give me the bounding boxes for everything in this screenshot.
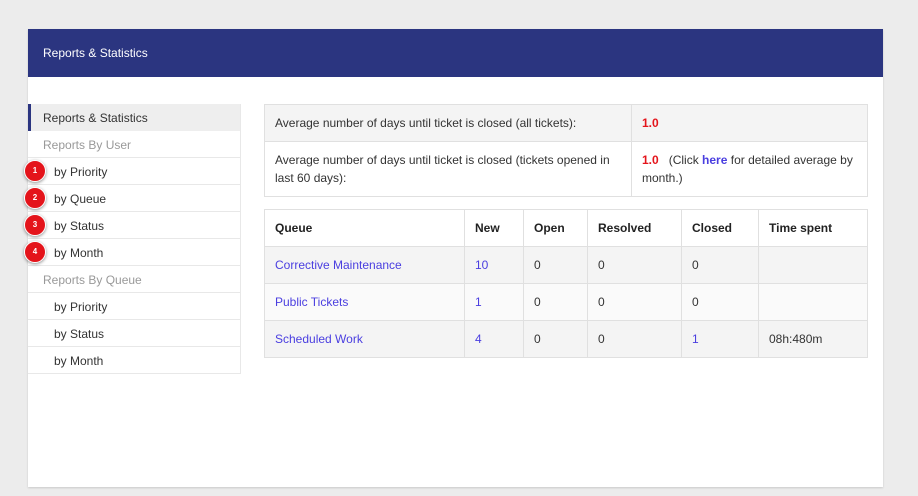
table-row: Corrective Maintenance 10 0 0 0 xyxy=(264,246,868,284)
new-count-link[interactable]: 1 xyxy=(475,295,482,309)
avg-all-cell: 1.0 xyxy=(631,104,868,142)
queue-link[interactable]: Corrective Maintenance xyxy=(275,258,402,272)
table-row: Public Tickets 1 0 0 0 xyxy=(264,283,868,321)
sidebar-section-reports-by-user: Reports By User xyxy=(28,131,241,158)
closed-cell: 0 xyxy=(681,283,759,321)
open-cell: 0 xyxy=(523,283,588,321)
sidebar-item-user-by-priority[interactable]: 1 by Priority xyxy=(24,158,241,185)
avg-60-cell: 1.0 (Click here for detailed average by … xyxy=(631,141,868,197)
resolved-cell: 0 xyxy=(587,246,682,284)
sidebar: Reports & Statistics Reports By User 1 b… xyxy=(24,104,241,374)
new-count-link[interactable]: 10 xyxy=(475,258,488,272)
sidebar-item-queue-by-priority[interactable]: by Priority xyxy=(28,293,241,320)
step-marker-4: 4 xyxy=(24,241,46,263)
closed-cell: 0 xyxy=(681,246,759,284)
avg-60-label: Average number of days until ticket is c… xyxy=(264,141,632,197)
time-spent-cell: 08h:480m xyxy=(758,320,868,358)
column-header-open: Open xyxy=(523,209,588,247)
sidebar-item-user-by-status[interactable]: 3 by Status xyxy=(24,212,241,239)
time-spent-cell xyxy=(758,283,868,321)
column-header-resolved: Resolved xyxy=(587,209,682,247)
avg-60-value: 1.0 xyxy=(642,153,659,167)
time-spent-cell xyxy=(758,246,868,284)
sidebar-item-label: by Month xyxy=(54,354,104,368)
closed-cell: 1 xyxy=(681,320,759,358)
new-cell: 10 xyxy=(464,246,524,284)
sidebar-item-label: by Priority xyxy=(54,300,108,314)
sidebar-section-reports-by-queue: Reports By Queue xyxy=(28,266,241,293)
table-row: Average number of days until ticket is c… xyxy=(264,104,868,142)
column-header-time-spent: Time spent xyxy=(758,209,868,247)
sidebar-item-label: by Status xyxy=(54,327,105,341)
avg-all-label: Average number of days until ticket is c… xyxy=(264,104,632,142)
queue-cell: Scheduled Work xyxy=(264,320,465,358)
sidebar-item-label: by Status xyxy=(54,219,105,233)
panel-title: Reports & Statistics xyxy=(43,46,148,60)
new-cell: 4 xyxy=(464,320,524,358)
queue-cell: Corrective Maintenance xyxy=(264,246,465,284)
sidebar-item-reports-statistics[interactable]: Reports & Statistics xyxy=(28,104,241,131)
column-header-closed: Closed xyxy=(681,209,759,247)
avg-all-value: 1.0 xyxy=(642,116,659,130)
open-cell: 0 xyxy=(523,320,588,358)
step-marker-2: 2 xyxy=(24,187,46,209)
average-days-table: Average number of days until ticket is c… xyxy=(264,104,868,197)
resolved-cell: 0 xyxy=(587,283,682,321)
table-header-row: Queue New Open Resolved Closed Time spen… xyxy=(264,209,868,247)
sidebar-item-user-by-month[interactable]: 4 by Month xyxy=(24,239,241,266)
sidebar-item-queue-by-month[interactable]: by Month xyxy=(28,347,241,374)
table-row: Scheduled Work 4 0 0 1 08h:480m xyxy=(264,320,868,358)
sidebar-item-label: Reports & Statistics xyxy=(43,111,148,125)
column-header-queue: Queue xyxy=(264,209,465,247)
reports-panel: Reports & Statistics Reports & Statistic… xyxy=(24,29,883,487)
avg-60-note-prefix: (Click xyxy=(668,153,699,167)
new-count-link[interactable]: 4 xyxy=(475,332,482,346)
queue-cell: Public Tickets xyxy=(264,283,465,321)
sidebar-item-label: by Queue xyxy=(54,192,107,206)
resolved-cell: 0 xyxy=(587,320,682,358)
sidebar-item-label: by Priority xyxy=(54,165,108,179)
sidebar-section-label: Reports By Queue xyxy=(43,273,142,287)
detailed-average-link[interactable]: here xyxy=(702,153,727,167)
sidebar-item-user-by-queue[interactable]: 2 by Queue xyxy=(24,185,241,212)
queue-link[interactable]: Scheduled Work xyxy=(275,332,363,346)
table-row: Average number of days until ticket is c… xyxy=(264,141,868,197)
panel-header: Reports & Statistics xyxy=(28,29,883,77)
sidebar-item-queue-by-status[interactable]: by Status xyxy=(28,320,241,347)
closed-count-link[interactable]: 1 xyxy=(692,332,699,346)
sidebar-item-label: by Month xyxy=(54,246,104,260)
step-marker-1: 1 xyxy=(24,160,46,182)
column-header-new: New xyxy=(464,209,524,247)
open-cell: 0 xyxy=(523,246,588,284)
step-marker-3: 3 xyxy=(24,214,46,236)
sidebar-section-label: Reports By User xyxy=(43,138,132,152)
queue-link[interactable]: Public Tickets xyxy=(275,295,348,309)
new-cell: 1 xyxy=(464,283,524,321)
queue-stats-table: Queue New Open Resolved Closed Time spen… xyxy=(264,209,868,358)
